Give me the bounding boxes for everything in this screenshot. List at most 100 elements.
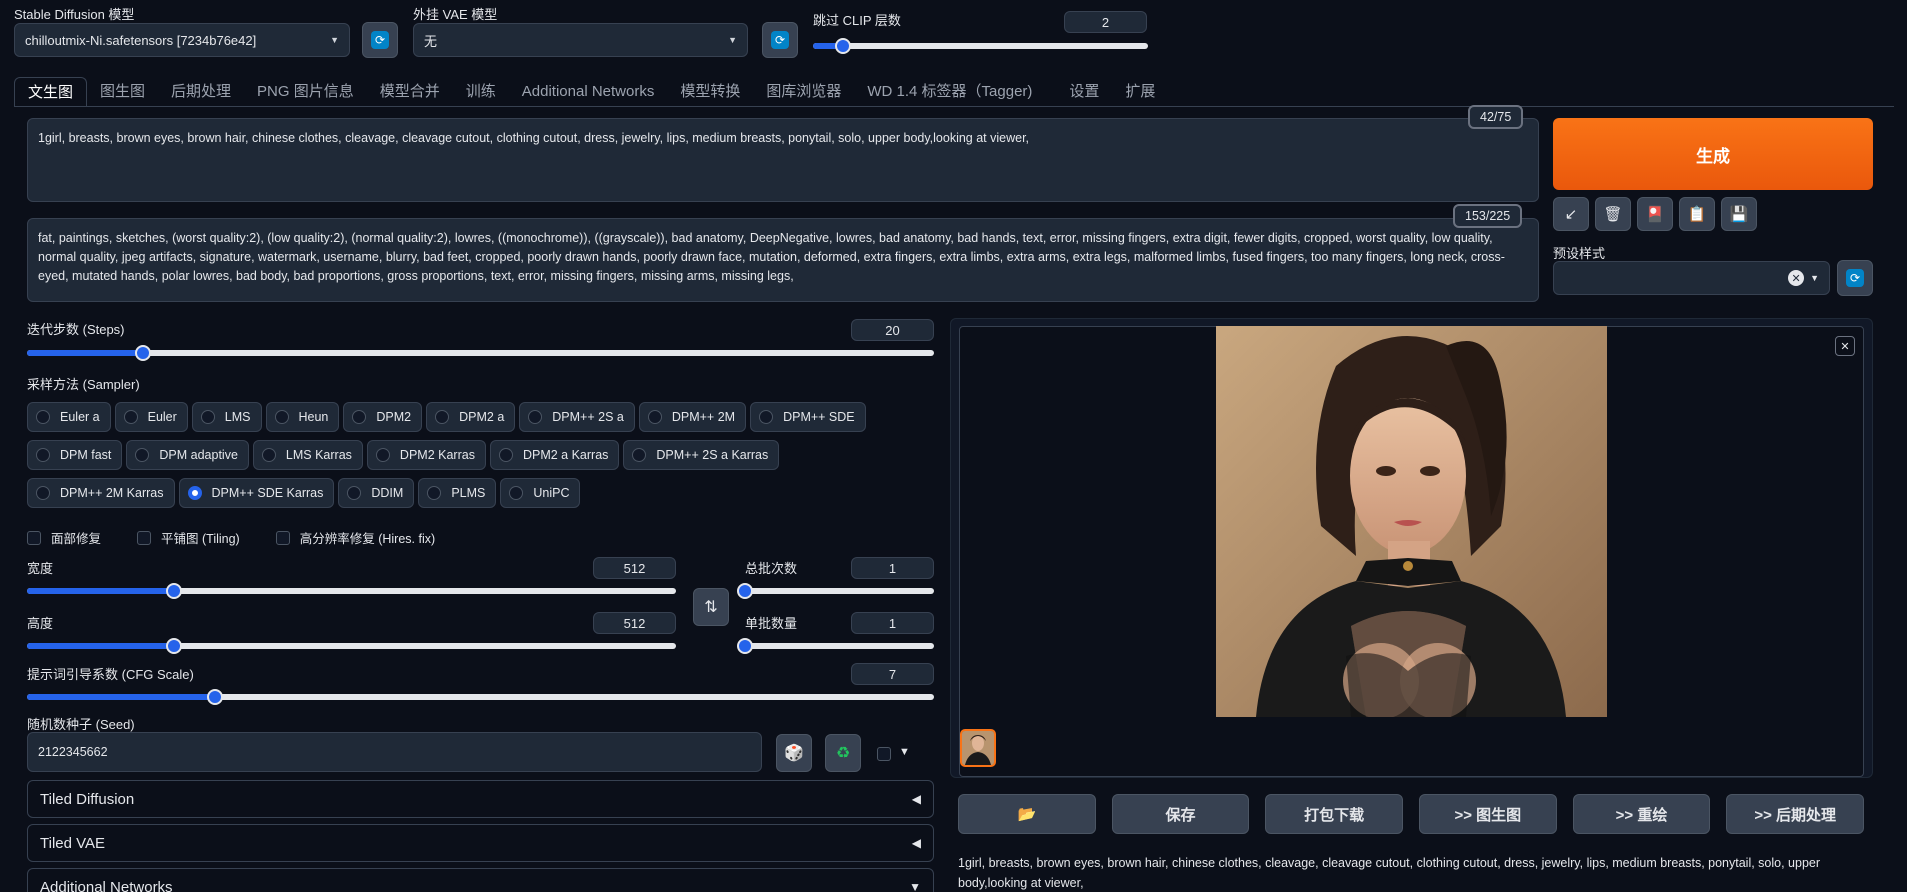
clip-number-input[interactable]: 2 [1064,11,1147,33]
batch-size-slider[interactable] [737,638,934,654]
apply-style-button[interactable]: 📋 [1679,197,1715,231]
tiled-diffusion-accordion[interactable]: Tiled Diffusion ◀ [27,780,934,818]
gallery-thumbnail[interactable] [960,729,996,767]
clear-icon[interactable]: ✕ [1788,270,1805,286]
sampler-option[interactable]: DPM++ SDE [750,402,866,432]
send-to-inpaint-button[interactable]: >> 重绘 [1572,794,1711,834]
clear-prompt-button[interactable]: 🗑 [1595,197,1631,231]
tab-tagger[interactable]: WD 1.4 标签器（Tagger) [854,77,1056,107]
generated-image[interactable] [1216,326,1607,717]
chevron-down-icon: ▼ [330,35,339,45]
tab-merge[interactable]: 模型合并 [367,77,453,107]
tab-png-info[interactable]: PNG 图片信息 [244,77,367,107]
sampler-option[interactable]: DPM2 a [426,402,516,432]
swap-vertical-icon: ⇅ [704,599,718,616]
refresh-vae-button[interactable]: ⟳ [762,22,798,58]
restore-faces-checkbox[interactable]: 面部修复 [27,528,101,547]
tiled-vae-accordion[interactable]: Tiled VAE ◀ [27,824,934,862]
tab-settings[interactable]: 设置 [1056,77,1112,107]
cfg-slider[interactable] [27,689,934,705]
height-slider[interactable] [27,638,676,654]
sampler-option[interactable]: DPM++ 2M [638,402,747,432]
tiling-checkbox[interactable]: 平铺图 (Tiling) [137,528,240,547]
batch-count-number-input[interactable]: 1 [851,557,934,579]
open-folder-button[interactable]: 📂 [958,794,1096,834]
radio-circle [135,448,150,462]
read-params-button[interactable]: ↙ [1553,197,1589,231]
sampler-option[interactable]: DPM++ 2M Karras [27,478,175,508]
tab-img2img[interactable]: 图生图 [87,77,158,107]
tab-extensions[interactable]: 扩展 [1112,77,1168,107]
hires-fix-checkbox[interactable]: 高分辨率修复 (Hires. fix) [275,528,436,547]
batch-size-number-input[interactable]: 1 [851,612,934,634]
generate-button[interactable]: 生成 [1553,118,1873,190]
sampler-option-label: DPM++ 2S a [552,410,624,424]
sampler-option[interactable]: LMS Karras [252,440,363,470]
sampler-option[interactable]: Heun [265,402,340,432]
sampler-option[interactable]: DDIM [338,478,415,508]
sampler-option[interactable]: Euler [114,402,188,432]
sampler-option[interactable]: DPM2 a Karras [489,440,620,470]
batch-count-slider[interactable] [737,583,934,599]
send-to-extras-button[interactable]: >> 后期处理 [1726,794,1865,834]
sampler-option-label: DPM++ SDE Karras [211,486,324,500]
tab-extras[interactable]: 后期处理 [158,77,244,107]
sampler-option[interactable]: PLMS [418,478,497,508]
sampler-option[interactable]: DPM2 Karras [366,440,486,470]
sampler-option[interactable]: DPM adaptive [126,440,249,470]
sampler-option-label: DPM2 a Karras [522,448,609,462]
additional-networks-accordion[interactable]: Additional Networks ▼ [27,868,934,892]
send-to-img2img-button[interactable]: >> 图生图 [1419,794,1557,834]
radio-circle [375,448,390,462]
cfg-number-input[interactable]: 7 [851,663,934,685]
save-button[interactable]: 保存 [1111,794,1250,834]
sampler-option[interactable]: LMS [191,402,262,432]
sampler-option[interactable]: DPM fast [27,440,123,470]
tab-image-browser[interactable]: 图库浏览器 [753,77,854,107]
clip-slider[interactable] [813,38,1148,54]
save-style-button[interactable]: 💾 [1721,197,1757,231]
sampler-option[interactable]: DPM++ 2S a [519,402,635,432]
swap-dimensions-button[interactable]: ⇅ [693,588,729,626]
width-number-input[interactable]: 512 [593,557,676,579]
height-number-input[interactable]: 512 [593,612,676,634]
styles-dropdown[interactable]: ✕ ▼ [1553,261,1830,295]
zip-download-button[interactable]: 打包下载 [1265,794,1404,834]
extra-networks-button[interactable]: 🎴 [1637,197,1673,231]
sampler-option[interactable]: DPM++ SDE Karras [178,478,335,508]
radio-circle [261,448,276,462]
sampler-label: 采样方法 (Sampler) [27,377,140,392]
tab-train[interactable]: 训练 [453,77,509,107]
hires-fix-label: 高分辨率修复 (Hires. fix) [299,532,436,546]
tab-txt2img[interactable]: 文生图 [14,77,88,107]
sampler-option[interactable]: DPM2 [343,402,423,432]
model-dropdown[interactable]: chilloutmix-Ni.safetensors [7234b76e42] … [14,23,350,57]
steps-slider[interactable] [27,345,934,361]
floppy-disk-icon: 💾 [1729,206,1749,223]
refresh-model-button[interactable]: ⟳ [362,22,398,58]
tab-additional-networks[interactable]: Additional Networks [509,77,668,107]
reuse-seed-button[interactable]: ♻ [825,734,861,772]
extra-seed-checkbox[interactable] [877,747,891,761]
recycle-icon: ♻ [835,745,851,762]
sampler-option[interactable]: DPM++ 2S a Karras [623,440,780,470]
random-seed-button[interactable]: 🎲 [776,734,812,772]
width-label: 宽度 [27,561,54,576]
prompt-tools: ↙ 🗑 🎴 📋 💾 [1553,197,1757,231]
seed-input[interactable]: 2122345662 [27,732,762,772]
vae-dropdown[interactable]: 无 ▼ [413,23,748,57]
steps-number-input[interactable]: 20 [851,319,934,341]
sampler-option[interactable]: Euler a [27,402,111,432]
tab-model-convert[interactable]: 模型转换 [667,77,753,107]
cfg-label: 提示词引导系数 (CFG Scale) [27,667,194,682]
close-gallery-button[interactable]: ✕ [1835,336,1855,356]
sampler-option[interactable]: UniPC [500,478,581,508]
width-slider[interactable] [27,583,676,599]
options-checkboxes: 面部修复 平铺图 (Tiling) 高分辨率修复 (Hires. fix) [27,528,435,547]
prompt-textarea[interactable]: 1girl, breasts, brown eyes, brown hair, … [27,118,1539,202]
refresh-styles-button[interactable]: ⟳ [1837,260,1873,296]
negative-prompt-textarea[interactable]: fat, paintings, sketches, (worst quality… [27,218,1539,302]
triangle-down-icon[interactable]: ▼ [899,746,910,758]
height-label: 高度 [27,616,54,631]
radio-circle [347,486,362,500]
